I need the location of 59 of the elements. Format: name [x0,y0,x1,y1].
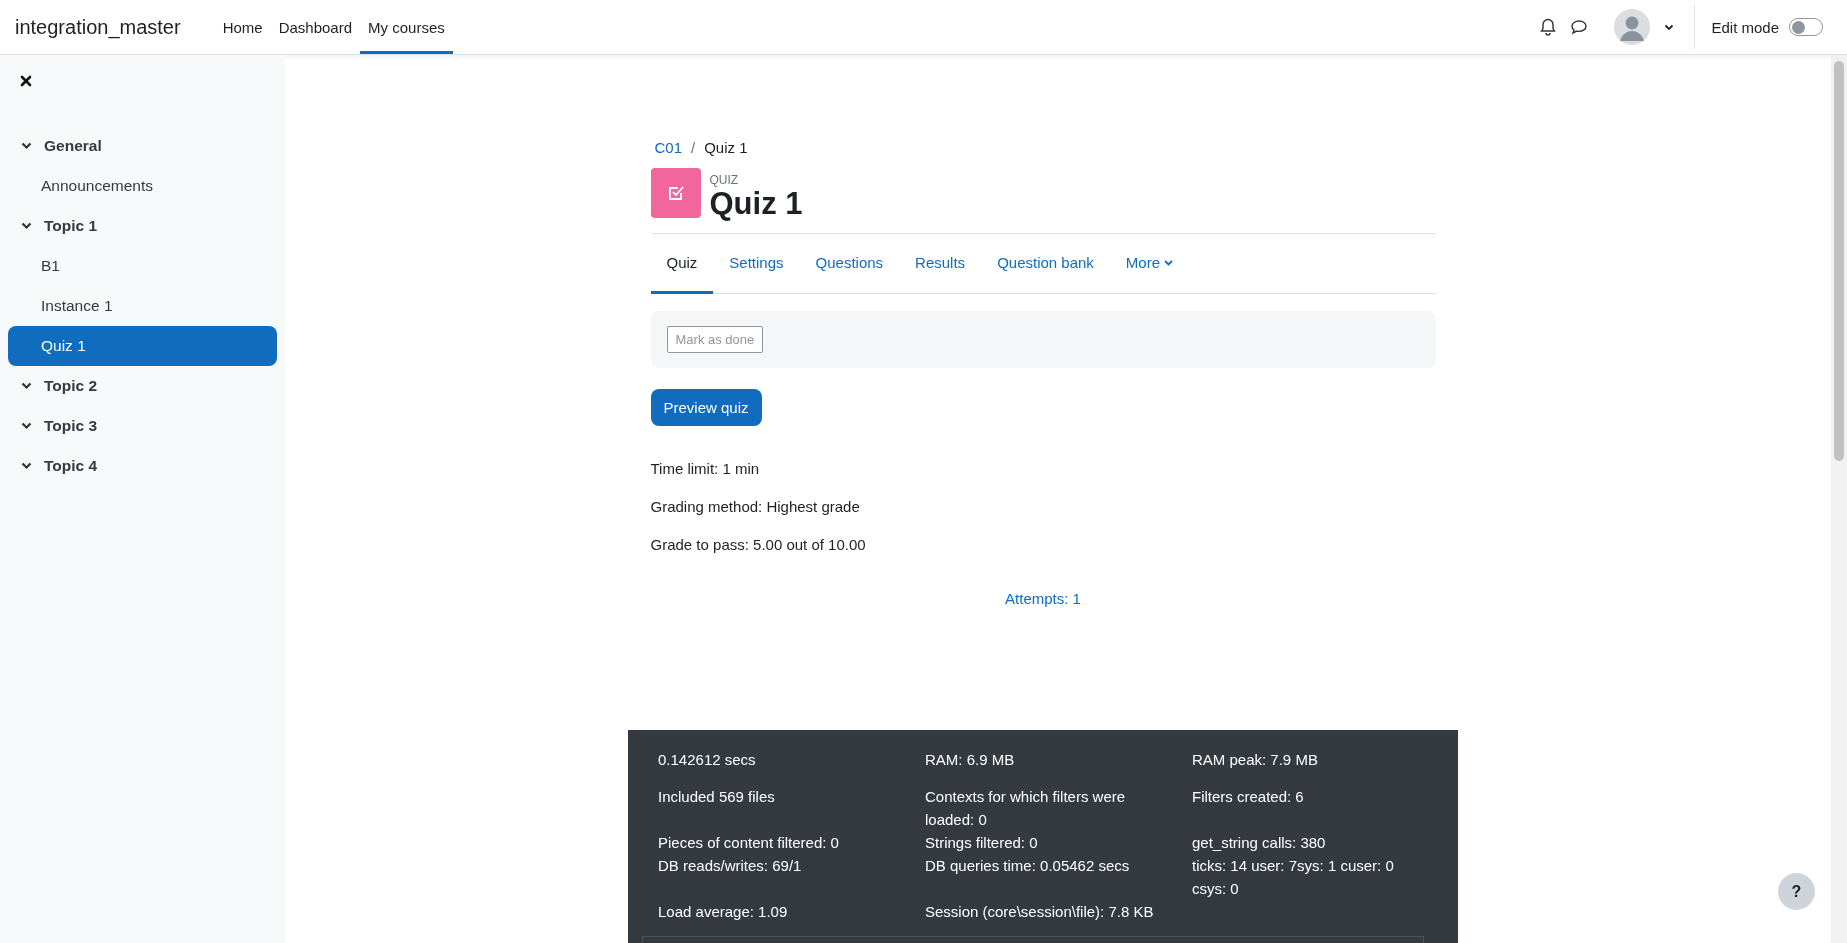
performance-stat: Pieces of content filtered: 0 [658,833,840,853]
sidebar-item[interactable]: B1 [8,246,277,286]
sidebar-item[interactable]: Instance 1 [8,286,277,326]
activity-type: QUIZ [709,173,740,187]
chevron-icon[interactable] [21,222,32,230]
attempts-link[interactable]: Attempts: 1 [1005,590,1081,607]
sidebar-item[interactable]: Topic 4 [8,446,277,486]
performance-stat: RAM peak: 7.9 MB [1192,750,1319,770]
performance-stat: Contexts for which filters were loaded: 0 [925,787,1127,830]
tab[interactable]: More [1109,234,1190,294]
sidebar-item[interactable]: Topic 1 [8,206,277,246]
chat-icon[interactable] [1570,19,1589,35]
edit-mode-label: Edit mode [1711,18,1779,36]
performance-stat: DB reads/writes: 69/1 [658,856,803,876]
caret-icon[interactable] [1664,23,1675,31]
checkbox-icon [650,168,701,218]
sidebar-item[interactable]: General [8,126,277,166]
sidebar-item[interactable]: Quiz 1 [8,326,277,366]
breadcrumb-current: Quiz 1 [704,139,748,156]
performance-stat: get_string calls: 380 [1192,833,1327,853]
nav-link[interactable]: Dashboard [270,0,361,54]
performance-stat: ticks: 14 user: 7sys: 1 cuser: 0 csys: 0 [1192,856,1395,899]
scrollbar[interactable] [1831,55,1847,943]
chevron-icon[interactable] [21,462,32,470]
performance-stat: Load average: 1.09 [658,902,789,922]
nav-link[interactable]: My courses [360,0,453,54]
performance-stat: Included 569 files [658,787,776,807]
quiz-info-text: Grading method: Highest grade [650,498,861,515]
performance-stat: Strings filtered: 0 [925,833,1039,853]
performance-stat: DB queries time: 0.05462 secs [925,856,1131,876]
chevron-icon[interactable] [21,382,32,390]
sidebar-item[interactable]: Topic 3 [8,406,277,446]
close-icon[interactable] [20,75,32,87]
quiz-info-text: Grade to pass: 5.00 out of 10.00 [650,536,867,553]
sidebar-item[interactable]: Announcements [8,166,277,206]
edit-mode-toggle[interactable] [1789,18,1823,36]
tab[interactable]: Results [899,234,982,294]
performance-stat: Session (core\session\file): 7.8 KB [925,902,1155,922]
tab[interactable]: Questions [799,234,900,294]
performance-stat: 0.142612 secs [658,750,757,770]
site-name[interactable]: integration_master [15,15,181,39]
tab[interactable]: Quiz [650,234,714,294]
chevron-icon[interactable] [21,422,32,430]
tab[interactable]: Settings [713,234,800,294]
help-button[interactable]: ? [1778,873,1815,910]
breadcrumb-link[interactable]: C01 [654,139,683,156]
page-title: Quiz 1 [709,187,803,221]
performance-stat: RAM: 6.9 MB [925,750,1016,770]
sidebar-item[interactable]: Topic 2 [8,366,277,406]
performance-stat: Filters created: 6 [1192,787,1305,807]
tab[interactable]: Question bank [981,234,1110,294]
quiz-info-text: Time limit: 1 min [650,460,761,477]
caret-icon [1164,259,1174,266]
chevron-icon[interactable] [21,142,32,150]
nav-link[interactable]: Home [214,0,271,54]
breadcrumb-separator: / [691,139,696,156]
bell-icon[interactable] [1540,18,1557,36]
preview-quiz-button[interactable]: Preview quiz [650,389,762,426]
user-avatar[interactable] [1614,9,1651,45]
